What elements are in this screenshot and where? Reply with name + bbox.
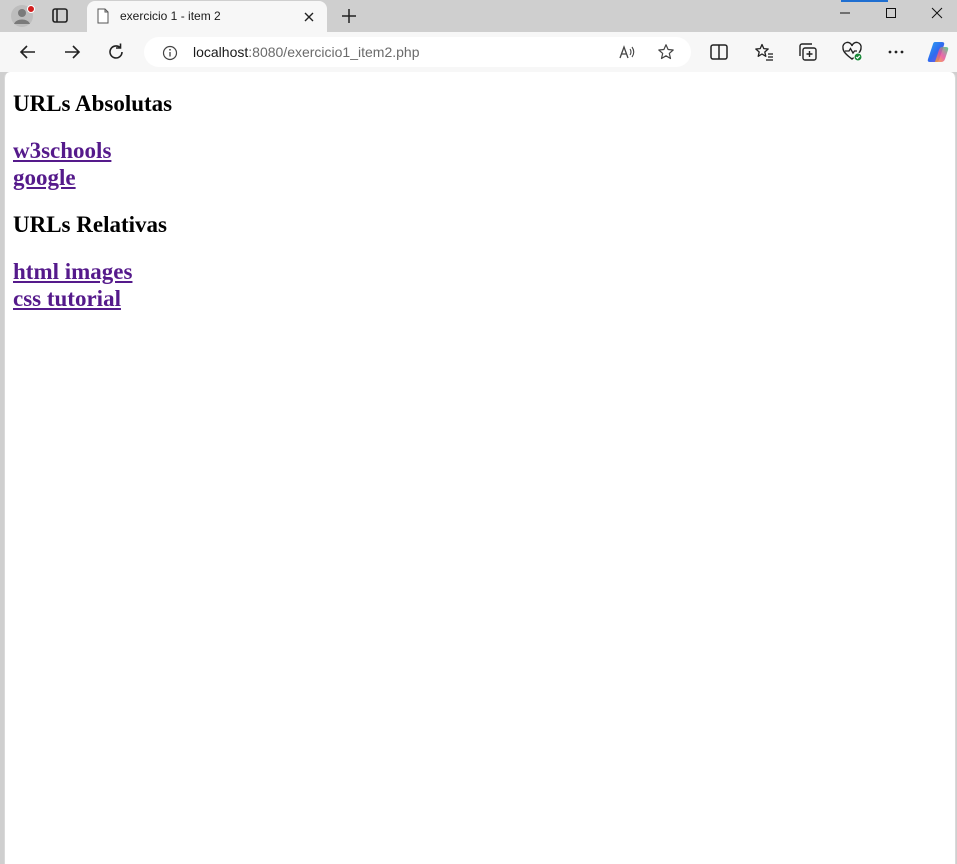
notification-dot <box>27 5 35 13</box>
forward-button[interactable] <box>60 40 84 64</box>
tab-close-button[interactable] <box>301 9 317 25</box>
minimize-icon <box>840 12 850 14</box>
link-w3schools[interactable]: w3schools <box>13 138 111 164</box>
relative-urls-heading: URLs Relativas <box>13 212 167 237</box>
tab-actions-button[interactable] <box>46 4 74 28</box>
minimize-button[interactable] <box>822 0 868 28</box>
arrow-left-icon <box>19 45 35 59</box>
split-screen-icon <box>710 44 728 60</box>
maximize-button[interactable] <box>868 0 914 28</box>
plus-icon <box>342 9 356 23</box>
browser-essentials-button[interactable] <box>840 40 864 64</box>
refresh-button[interactable] <box>104 40 128 64</box>
back-button[interactable] <box>16 40 40 64</box>
copilot-icon <box>927 42 949 62</box>
split-screen-button[interactable] <box>707 40 731 64</box>
address-bar[interactable]: localhost:8080/exercicio1_item2.php <box>144 37 691 67</box>
tab-actions-icon <box>52 8 68 23</box>
close-window-button[interactable] <box>914 0 957 28</box>
copilot-button[interactable] <box>925 40 949 64</box>
link-css-tutorial[interactable]: css tutorial <box>13 286 121 312</box>
link-google[interactable]: google <box>13 165 76 191</box>
info-icon[interactable] <box>162 45 178 61</box>
tab-strip: exercicio 1 - item 2 <box>0 0 957 32</box>
refresh-icon <box>109 43 123 59</box>
tab-title: exercicio 1 - item 2 <box>120 9 221 23</box>
page-icon <box>96 8 110 24</box>
heart-pulse-icon <box>842 41 863 62</box>
browser-window: exercicio 1 - item 2 localhost:8080/exer… <box>0 0 957 864</box>
favorites-button[interactable] <box>752 40 776 64</box>
more-button[interactable] <box>884 40 908 64</box>
page-viewport: URLs Absolutas w3schools google URLs Rel… <box>4 72 956 864</box>
arrow-right-icon <box>65 45 81 59</box>
url-text[interactable]: localhost:8080/exercicio1_item2.php <box>193 44 420 60</box>
collections-button[interactable] <box>796 40 820 64</box>
url-path: :8080/exercicio1_item2.php <box>248 44 420 60</box>
read-aloud-icon[interactable] <box>618 44 636 60</box>
navigation-toolbar: localhost:8080/exercicio1_item2.php <box>0 32 957 72</box>
url-host: localhost <box>193 44 249 60</box>
absolute-urls-heading: URLs Absolutas <box>13 91 173 116</box>
new-tab-button[interactable] <box>338 5 360 27</box>
link-html-images[interactable]: html images <box>13 259 132 285</box>
star-icon[interactable] <box>657 43 675 61</box>
close-icon <box>931 7 943 19</box>
active-tab[interactable]: exercicio 1 - item 2 <box>87 1 327 32</box>
profile-button[interactable] <box>8 4 36 28</box>
close-icon <box>304 12 314 22</box>
more-dots-icon <box>888 50 904 54</box>
maximize-icon <box>886 8 896 18</box>
favorites-list-icon <box>755 43 773 61</box>
collections-icon <box>799 43 817 61</box>
